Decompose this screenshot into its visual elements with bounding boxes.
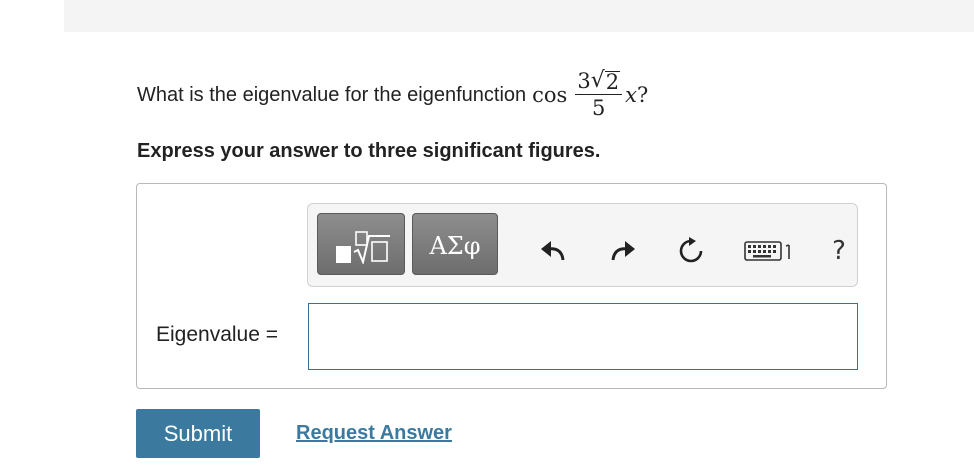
submit-button[interactable]: Submit [136,409,260,458]
templates-sqrt-icon [336,231,390,264]
templates-button[interactable] [317,213,405,275]
question-math: cos 3 √ 2 5 x ? [532,68,649,121]
eigenvalue-input[interactable] [308,303,858,370]
request-answer-link[interactable]: Request Answer [296,422,452,445]
math-toolbar: ΑΣφ ? [307,203,858,287]
math-question-mark: ? [636,83,649,107]
top-bar [64,0,974,32]
redo-button[interactable] [606,234,640,268]
math-radicand: 2 [604,70,621,94]
greek-symbols-button[interactable]: ΑΣφ [412,213,498,275]
math-coefficient: 3 [577,69,591,93]
redo-arrow-icon [611,241,635,261]
undo-button[interactable] [536,234,570,268]
instruction-text: Express your answer to three significant… [137,140,601,162]
math-numerator: 3 √ 2 [575,68,623,95]
question-prefix: What is the eigenvalue for the eigenfunc… [137,83,527,106]
eigenvalue-label: Eigenvalue = [156,323,279,346]
reset-icon [679,237,703,263]
math-denominator: 5 [592,96,606,120]
help-button[interactable]: ? [822,234,856,268]
undo-arrow-icon [541,241,565,261]
keyboard-icon [744,241,790,261]
question-text: What is the eigenvalue for the eigenfunc… [137,68,649,121]
math-fraction: 3 √ 2 5 [575,68,623,120]
reset-button[interactable] [674,234,708,268]
math-function: cos [532,83,568,107]
keyboard-button[interactable] [742,234,798,268]
sqrt-icon: √ [590,68,605,93]
math-variable: x [625,83,637,107]
